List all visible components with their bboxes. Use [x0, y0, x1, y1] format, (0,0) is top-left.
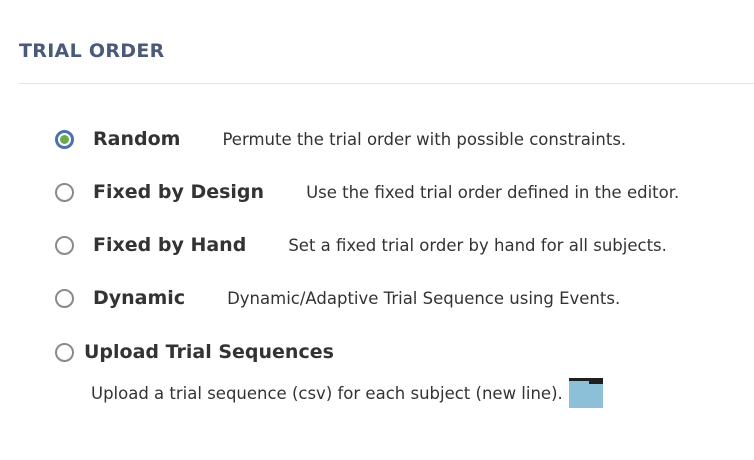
section-title: TRIAL ORDER: [19, 40, 165, 62]
option-dynamic-description: Dynamic/Adaptive Trial Sequence using Ev…: [227, 288, 621, 308]
upload-description-row: Upload a trial sequence (csv) for each s…: [91, 378, 603, 408]
radio-fixed-by-hand[interactable]: [55, 235, 74, 255]
radio-random[interactable]: [55, 129, 74, 149]
section-divider: [19, 83, 754, 84]
radio-dynamic[interactable]: [55, 288, 74, 308]
option-random[interactable]: Random Permute the trial order with poss…: [55, 126, 626, 152]
folder-icon[interactable]: [568, 378, 603, 408]
option-upload-trial-sequences[interactable]: Upload Trial Sequences: [55, 339, 334, 365]
option-fixed-by-design[interactable]: Fixed by Design Use the fixed trial orde…: [55, 179, 679, 205]
option-upload-trial-sequences-description: Upload a trial sequence (csv) for each s…: [91, 383, 563, 403]
option-dynamic[interactable]: Dynamic Dynamic/Adaptive Trial Sequence …: [55, 285, 620, 311]
option-fixed-by-hand[interactable]: Fixed by Hand Set a fixed trial order by…: [55, 232, 667, 258]
option-random-description: Permute the trial order with possible co…: [222, 129, 627, 149]
option-fixed-by-hand-description: Set a fixed trial order by hand for all …: [288, 235, 667, 255]
radio-fixed-by-design[interactable]: [55, 182, 74, 202]
radio-upload-trial-sequences[interactable]: [55, 342, 74, 362]
option-fixed-by-design-description: Use the fixed trial order defined in the…: [306, 182, 680, 202]
option-fixed-by-hand-label[interactable]: Fixed by Hand: [93, 234, 246, 256]
option-dynamic-label[interactable]: Dynamic: [93, 287, 185, 309]
option-fixed-by-design-label[interactable]: Fixed by Design: [93, 181, 264, 203]
option-upload-trial-sequences-label[interactable]: Upload Trial Sequences: [84, 341, 334, 363]
option-random-label[interactable]: Random: [93, 128, 180, 150]
